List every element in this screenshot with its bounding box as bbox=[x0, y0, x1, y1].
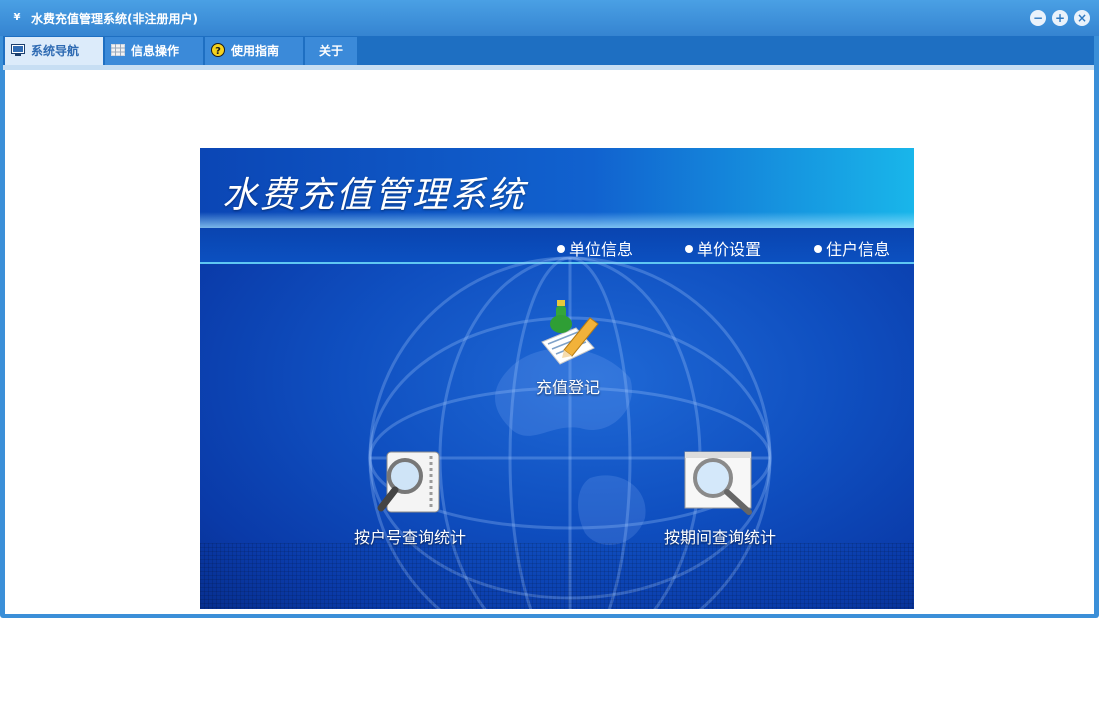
tab-bar: 系统导航 信息操作 ? 使用指南 关于 bbox=[3, 36, 1094, 66]
recharge-pencil-icon bbox=[541, 300, 599, 365]
tab-user-guide[interactable]: ? 使用指南 bbox=[205, 37, 303, 66]
query-by-account-button[interactable]: 按户号查询统计 bbox=[340, 450, 480, 548]
grid-icon bbox=[111, 44, 125, 56]
tab-system-nav[interactable]: 系统导航 bbox=[5, 37, 103, 66]
tab-label: 关于 bbox=[319, 44, 344, 58]
banner-title: 水费充值管理系统 bbox=[222, 175, 527, 216]
magnifier-window-icon bbox=[684, 451, 752, 515]
main-banner: 水费充值管理系统 单位信息 单价设置 住户信息 充值登记 按户号查询统计 按期间… bbox=[200, 148, 914, 609]
recharge-register-button[interactable]: 充值登记 bbox=[518, 298, 618, 398]
tab-label: 系统导航 bbox=[31, 44, 80, 58]
banner-grid-texture bbox=[200, 543, 914, 609]
help-icon: ? bbox=[211, 43, 225, 57]
bullet-icon bbox=[814, 245, 822, 253]
tab-label: 信息操作 bbox=[131, 44, 180, 58]
close-button[interactable]: × bbox=[1074, 10, 1090, 26]
tab-info-ops[interactable]: 信息操作 bbox=[105, 37, 203, 66]
tab-label: 使用指南 bbox=[231, 44, 280, 58]
restore-button[interactable]: + bbox=[1052, 10, 1068, 26]
menu-label: 住户信息 bbox=[826, 240, 891, 259]
recharge-register-label: 充值登记 bbox=[535, 378, 600, 397]
magnifier-document-icon bbox=[377, 451, 440, 513]
menu-resident-info[interactable]: 住户信息 bbox=[814, 236, 890, 260]
app-icon: ¥ bbox=[13, 12, 21, 23]
minimize-button[interactable]: − bbox=[1030, 10, 1046, 26]
svg-text:?: ? bbox=[215, 46, 221, 57]
tab-about[interactable]: 关于 bbox=[305, 37, 357, 66]
monitor-icon bbox=[11, 44, 25, 56]
title-bar[interactable]: ¥ 水费充值管理系统(非注册用户) − + × bbox=[0, 0, 1099, 36]
query-by-period-button[interactable]: 按期间查询统计 bbox=[650, 450, 790, 548]
window-title: 水费充值管理系统(非注册用户) bbox=[31, 12, 198, 26]
